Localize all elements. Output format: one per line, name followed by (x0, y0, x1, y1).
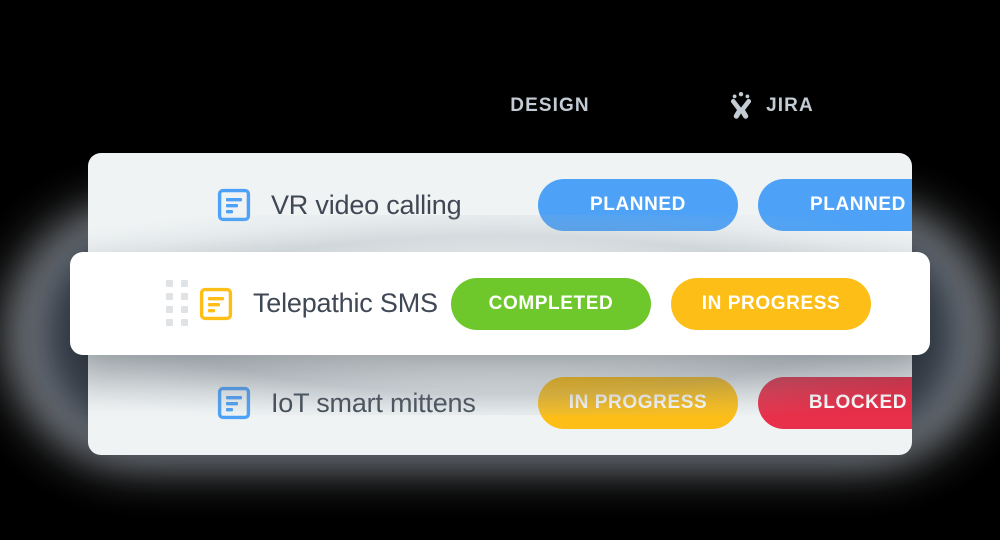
task-title: IoT smart mittens (271, 387, 476, 418)
document-icon (217, 386, 251, 420)
document-icon (199, 287, 233, 321)
jira-person-icon (726, 91, 756, 121)
task-row-vr-video-calling[interactable]: VR video calling PLANNED PLANNED (88, 155, 912, 255)
drag-handle-icon[interactable] (166, 279, 190, 328)
task-row-telepathic-sms-dragging[interactable]: Telepathic SMS COMPLETED IN PROGRESS (70, 252, 930, 355)
column-header-design-label: DESIGN (510, 95, 590, 116)
task-title: VR video calling (271, 189, 462, 220)
board-stage: DESIGN JIRA VR video calling PLANNED PLA… (0, 0, 1000, 540)
column-header-row: DESIGN JIRA (0, 86, 1000, 126)
document-icon (217, 188, 251, 222)
status-badge-design[interactable]: COMPLETED (451, 277, 651, 330)
status-badge-design[interactable]: IN PROGRESS (538, 377, 738, 429)
column-header-jira-label: JIRA (766, 95, 814, 116)
status-badge-jira[interactable]: IN PROGRESS (671, 277, 871, 330)
status-badge-jira[interactable]: PLANNED (758, 179, 912, 231)
status-badge-jira[interactable]: BLOCKED (758, 377, 912, 429)
status-badge-design[interactable]: PLANNED (538, 179, 738, 231)
task-row-iot-smart-mittens[interactable]: IoT smart mittens IN PROGRESS BLOCKED (88, 353, 912, 453)
column-header-jira: JIRA (670, 86, 870, 126)
column-header-design: DESIGN (450, 86, 650, 126)
task-title: Telepathic SMS (253, 288, 438, 318)
